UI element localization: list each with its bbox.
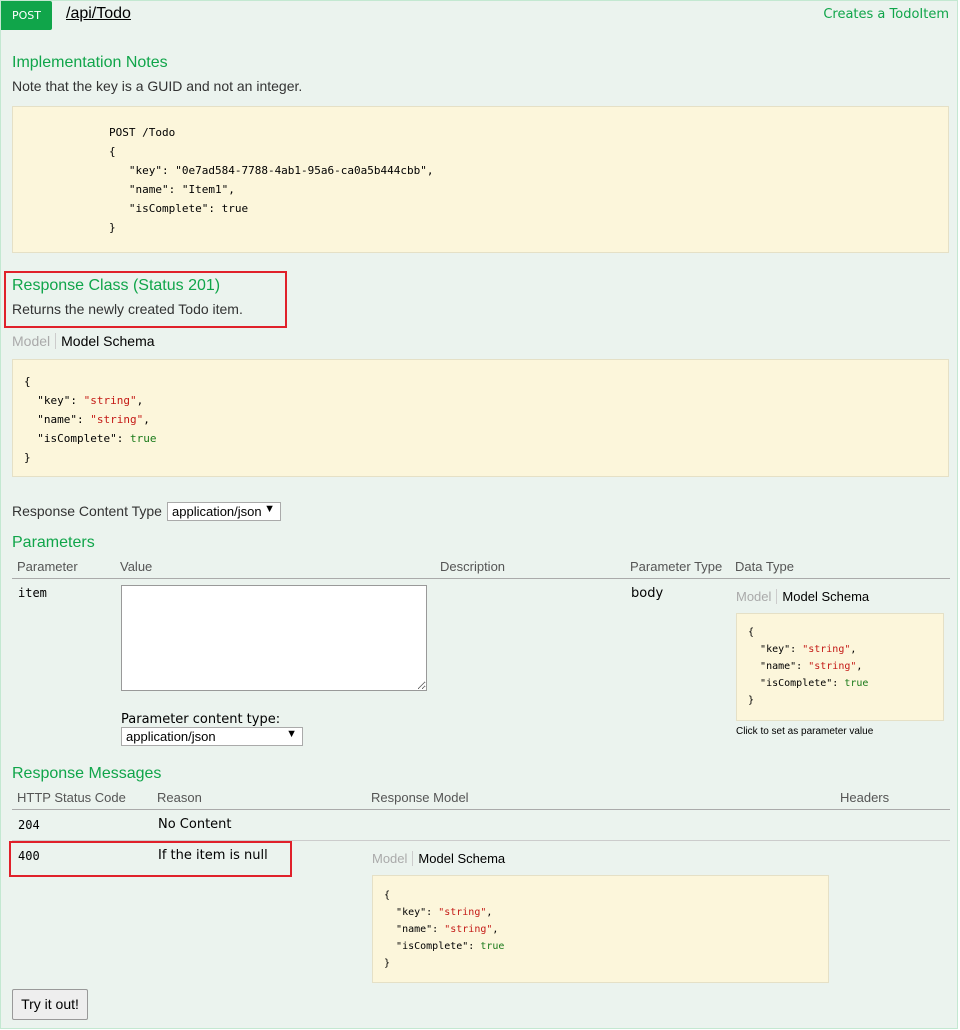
- tab-model[interactable]: Model: [372, 851, 414, 866]
- schema-key: "name": [396, 924, 433, 935]
- code-line: }: [109, 221, 116, 234]
- code-line: {: [109, 145, 116, 158]
- highlight-box: [9, 841, 292, 877]
- endpoint-path-link[interactable]: /api/Todo: [66, 5, 131, 23]
- schema-key: "key": [760, 644, 791, 655]
- tab-model[interactable]: Model: [736, 589, 778, 604]
- selected-value: application/json: [172, 504, 262, 519]
- column-header: Response Model: [371, 790, 469, 805]
- response-model-schema-box[interactable]: { "key": "string", "name": "string", "is…: [372, 875, 829, 983]
- implementation-notes-title: Implementation Notes: [12, 54, 168, 71]
- tab-model-schema[interactable]: Model Schema: [777, 589, 869, 604]
- schema-value: "string": [802, 644, 851, 655]
- schema-key: "isComplete": [396, 941, 469, 952]
- parameter-datatype-tabs: Model Model Schema: [736, 589, 869, 604]
- column-header: Data Type: [735, 559, 795, 574]
- operation-panel: POST /api/Todo Creates a TodoItem Implem…: [0, 0, 958, 1029]
- response-class-schema[interactable]: { "key": "string", "name": "string", "is…: [12, 359, 949, 477]
- brace-close: }: [384, 958, 391, 969]
- column-header: Reason: [157, 790, 202, 805]
- response-model-tabs: Model Model Schema: [372, 851, 505, 866]
- parameter-value-textarea[interactable]: [121, 585, 427, 691]
- schema-code: { "key": "string", "name": "string", "is…: [748, 627, 869, 706]
- schema-value: true: [844, 678, 869, 689]
- column-header: Headers: [840, 790, 890, 805]
- selected-value: application/json: [126, 729, 216, 744]
- code-line: "isComplete": true: [109, 202, 249, 215]
- column-header: Value: [120, 559, 153, 574]
- parameters-title: Parameters: [12, 534, 95, 551]
- brace-close: }: [748, 695, 755, 706]
- try-it-out-button[interactable]: Try it out!: [12, 989, 88, 1020]
- schema-key: "isComplete": [37, 432, 117, 445]
- implementation-notes-code: POST /Todo { "key": "0e7ad584-7788-4ab1-…: [12, 106, 949, 253]
- response-content-type-select[interactable]: application/json ▼: [167, 502, 281, 521]
- schema-key: "isComplete": [760, 678, 833, 689]
- table-divider: [12, 809, 950, 810]
- schema-code: { "key": "string", "name": "string", "is…: [24, 375, 157, 464]
- schema-value: "string": [83, 394, 137, 407]
- http-method-badge[interactable]: POST: [1, 1, 52, 30]
- schema-value: "string": [808, 661, 857, 672]
- schema-value: true: [129, 432, 157, 445]
- parameter-schema-box[interactable]: { "key": "string", "name": "string", "is…: [736, 613, 944, 721]
- schema-key: "key": [37, 394, 71, 407]
- operation-heading[interactable]: POST /api/Todo Creates a TodoItem: [1, 1, 959, 31]
- chevron-down-icon: ▼: [286, 728, 297, 740]
- schema-key: "name": [37, 413, 77, 426]
- implementation-code-block: POST /Todo { "key": "0e7ad584-7788-4ab1-…: [109, 123, 434, 237]
- tab-model-schema[interactable]: Model Schema: [413, 851, 505, 866]
- schema-value: "string": [438, 907, 487, 918]
- column-header: HTTP Status Code: [17, 790, 126, 805]
- status-code: 204: [18, 818, 40, 832]
- column-header: Description: [440, 559, 506, 574]
- schema-code: { "key": "string", "name": "string", "is…: [384, 890, 505, 969]
- schema-value: "string": [90, 413, 144, 426]
- brace-open: {: [24, 375, 31, 388]
- response-class-tabs: Model Model Schema: [12, 333, 155, 349]
- schema-key: "name": [760, 661, 797, 672]
- chevron-down-icon: ▼: [264, 503, 275, 515]
- schema-value: "string": [444, 924, 493, 935]
- implementation-notes-text: Note that the key is a GUID and not an i…: [12, 78, 303, 94]
- parameter-content-type-select[interactable]: application/json ▼: [121, 727, 303, 746]
- brace-open: {: [748, 627, 755, 638]
- highlight-box: [4, 271, 287, 328]
- operation-summary-link[interactable]: Creates a TodoItem: [823, 7, 949, 22]
- table-divider: [12, 578, 950, 579]
- brace-open: {: [384, 890, 391, 901]
- tab-model-schema[interactable]: Model Schema: [56, 333, 154, 349]
- column-header: Parameter: [17, 559, 78, 574]
- code-line: "name": "Item1",: [109, 183, 235, 196]
- parameter-content-type-label: Parameter content type:: [121, 712, 281, 727]
- column-header: Parameter Type: [630, 559, 723, 574]
- response-content-type-label: Response Content Type: [12, 503, 162, 519]
- brace-close: }: [24, 451, 31, 464]
- schema-value: true: [480, 941, 505, 952]
- code-line: "key": "0e7ad584-7788-4ab1-95a6-ca0a5b44…: [109, 164, 434, 177]
- schema-key: "key": [396, 907, 427, 918]
- parameter-type: body: [631, 586, 664, 601]
- tab-model[interactable]: Model: [12, 333, 57, 349]
- code-line: POST /Todo: [109, 126, 176, 139]
- response-messages-title: Response Messages: [12, 765, 162, 782]
- parameter-name: item: [18, 586, 47, 600]
- status-reason: No Content: [158, 817, 232, 832]
- set-parameter-hint: Click to set as parameter value: [736, 726, 874, 737]
